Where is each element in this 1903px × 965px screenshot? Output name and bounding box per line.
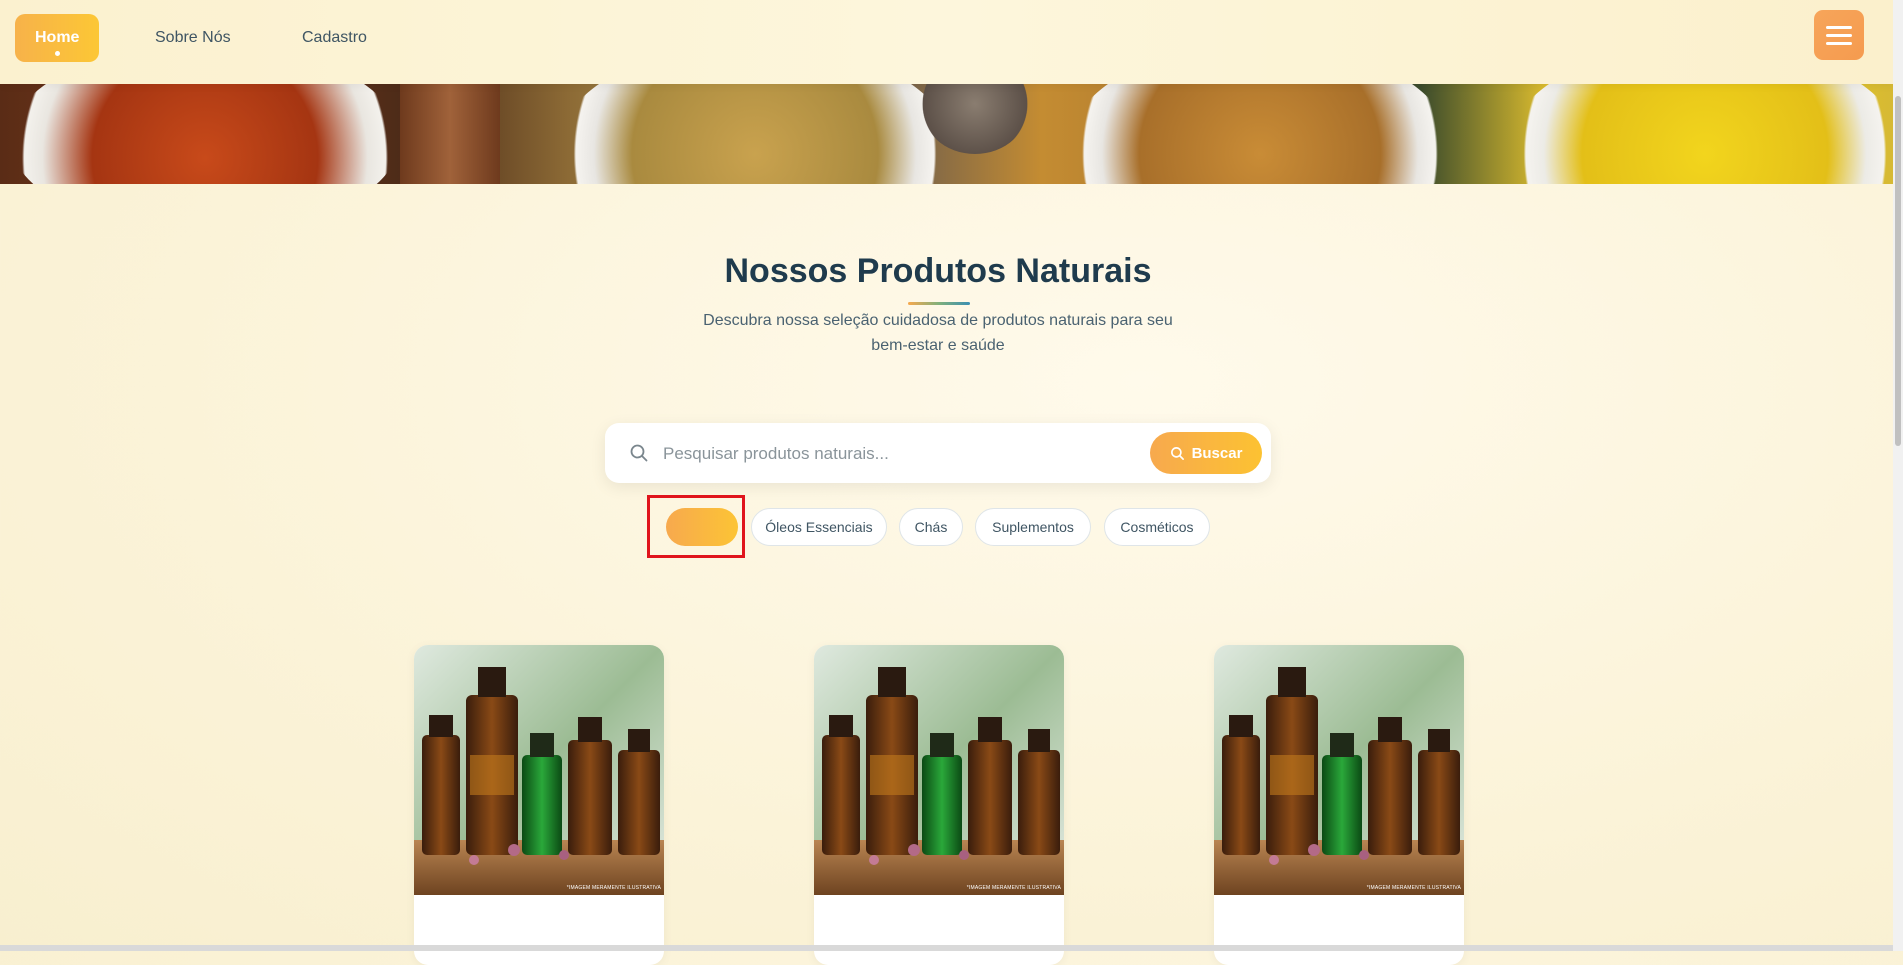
horizontal-scrollbar[interactable] [0,945,1893,951]
image-watermark: *IMAGEM MERAMENTE ILUSTRATIVA [1366,885,1461,891]
search-input[interactable] [661,437,1145,471]
search-box: Buscar [605,423,1271,483]
hamburger-menu-icon[interactable] [1814,10,1864,60]
product-card[interactable]: *IMAGEM MERAMENTE ILUSTRATIVA [1214,645,1464,965]
scrollbar-thumb[interactable] [1895,96,1901,446]
active-indicator-dot [54,51,60,56]
nav-cadastro-link[interactable]: Cadastro [282,14,387,62]
image-watermark: *IMAGEM MERAMENTE ILUSTRATIVA [966,885,1061,891]
category-chip-oleos-essenciais[interactable]: Óleos Essenciais [751,508,887,546]
image-watermark: *IMAGEM MERAMENTE ILUSTRATIVA [566,885,661,891]
title-underline [908,302,970,305]
category-chip-cosmeticos[interactable]: Cosméticos [1104,508,1210,546]
category-chip-suplementos[interactable]: Suplementos [975,508,1091,546]
products-section-subtitle: Descubra nossa seleção cuidadosa de prod… [703,312,1173,354]
product-card[interactable]: *IMAGEM MERAMENTE ILUSTRATIVA [414,645,664,965]
product-image [1214,645,1464,895]
products-section-title: Nossos Produtos Naturais [724,252,1152,290]
search-button-icon [1170,446,1184,460]
product-image [414,645,664,895]
highlight-box [647,495,745,558]
search-button-label: Buscar [1191,444,1243,462]
category-chip-chas[interactable]: Chás [899,508,963,546]
search-icon [630,444,648,462]
search-button[interactable]: Buscar [1150,432,1262,474]
product-card[interactable]: *IMAGEM MERAMENTE ILUSTRATIVA [814,645,1064,965]
hero-spice-banner [0,84,1893,184]
page-scrollbar[interactable] [1893,0,1903,951]
nav-home-link[interactable]: Home [15,14,100,62]
top-navbar: Home Sobre Nós Cadastro [0,0,1893,84]
nav-sobre-nos-link[interactable]: Sobre Nós [135,14,251,62]
product-image [814,645,1064,895]
nav-home-label: Home [35,29,80,46]
